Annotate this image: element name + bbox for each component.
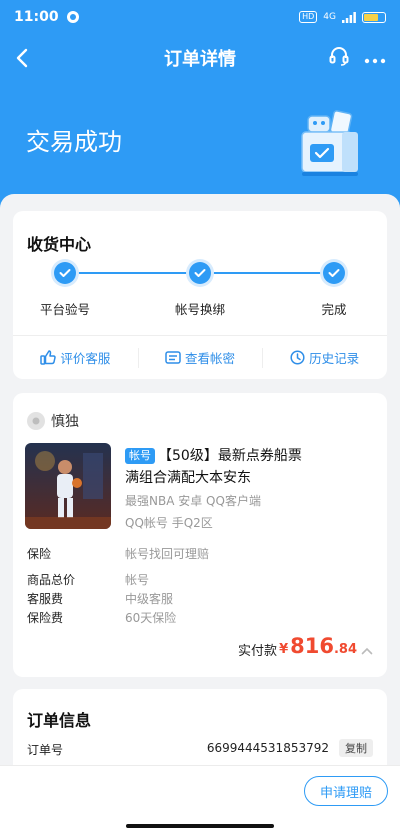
- view-credentials-button[interactable]: 查看帐密: [137, 336, 263, 379]
- order-info-title: 订单信息: [27, 711, 92, 730]
- chevron-left-icon: [16, 48, 28, 68]
- bottom-action-bar: 申请理赔: [0, 765, 400, 833]
- step-check-icon: [323, 262, 345, 284]
- goods-type-badge: 帐号: [125, 448, 155, 464]
- status-time: 11:00: [14, 9, 59, 25]
- history-label: 历史记录: [309, 351, 360, 366]
- home-indicator: [126, 824, 274, 828]
- amount-decimal: .84: [333, 642, 357, 657]
- rate-service-button[interactable]: 评价客服: [13, 336, 138, 379]
- order-number-value: 6699444531853792: [206, 741, 329, 755]
- nav-bar: 订单详情: [0, 38, 400, 78]
- goods-title[interactable]: 帐号 【50级】最新点券船票满组合满配大本安东: [125, 445, 315, 489]
- goods-thumbnail[interactable]: [25, 443, 111, 529]
- status-bar: 11:00 HD 4G: [0, 0, 400, 34]
- service-fee-label: 客服费: [27, 592, 64, 606]
- history-button[interactable]: 历史记录: [262, 336, 387, 379]
- step-label-rebind: 帐号换绑: [174, 302, 225, 317]
- copy-order-button[interactable]: 复制: [339, 739, 373, 757]
- clock-icon: [290, 350, 305, 365]
- step-check-icon: [54, 262, 76, 284]
- shop-avatar: [27, 412, 45, 430]
- headset-icon: [329, 47, 349, 66]
- battery-icon: [362, 11, 386, 23]
- signal-icon: [342, 11, 356, 23]
- apply-claim-button[interactable]: 申请理赔: [304, 776, 388, 806]
- paid-amount: ¥816.84: [279, 634, 357, 658]
- success-box-illustration: [301, 110, 358, 176]
- back-button[interactable]: [2, 38, 42, 78]
- total-price-label: 商品总价: [27, 573, 76, 587]
- total-price-value: 帐号: [125, 573, 150, 587]
- price-detail-toggle[interactable]: [361, 640, 373, 659]
- shop-name: 慎独: [51, 414, 79, 430]
- goods-card: 慎独 帐号 【50级】最新点券船票满组合满配大本安东 最强NBA 安卓 QQ客户端…: [13, 393, 387, 677]
- more-button[interactable]: [364, 49, 386, 68]
- step-label-done: 完成: [321, 302, 347, 317]
- paid-amount-label: 实付款: [237, 644, 277, 659]
- shop-header[interactable]: 慎独: [27, 411, 79, 431]
- goods-meta-account: QQ帐号 手Q2区: [125, 516, 213, 530]
- rate-service-label: 评价客服: [60, 351, 111, 366]
- game-character-image: [25, 443, 111, 529]
- receive-actions: 评价客服 查看帐密 历史记录: [13, 335, 387, 379]
- network-label: 4G: [323, 12, 336, 22]
- order-number-label: 订单号: [27, 743, 64, 757]
- hd-icon: HD: [299, 11, 318, 23]
- service-fee-value: 中级客服: [125, 592, 174, 606]
- step-label-verify: 平台验号: [39, 302, 90, 317]
- goods-meta-platform: 最强NBA 安卓 QQ客户端: [125, 494, 261, 508]
- thumbs-up-icon: [40, 350, 57, 365]
- view-credentials-label: 查看帐密: [185, 351, 236, 366]
- insurance-fee-label: 保险费: [27, 611, 64, 625]
- shop-logo-icon: [32, 417, 40, 425]
- status-icons: HD 4G: [299, 11, 386, 23]
- more-dots-icon: [364, 58, 386, 63]
- notification-icon: [66, 11, 79, 23]
- amount-integer: 816: [290, 634, 334, 658]
- insurance-label: 保险: [27, 547, 52, 561]
- currency-symbol: ¥: [279, 642, 289, 657]
- order-status-title: 交易成功: [26, 128, 122, 156]
- id-card-icon: [165, 351, 181, 364]
- customer-service-button[interactable]: [328, 45, 350, 71]
- insurance-fee-value: 60天保险: [125, 611, 177, 625]
- insurance-value: 帐号找回可理赔: [125, 547, 210, 561]
- receive-center-title: 收货中心: [27, 235, 92, 254]
- chevron-up-icon: [361, 647, 373, 655]
- step-check-icon: [189, 262, 211, 284]
- receive-center-card: 收货中心 平台验号 帐号换绑 完成 评价客服 查看帐密 历史记录: [13, 211, 387, 379]
